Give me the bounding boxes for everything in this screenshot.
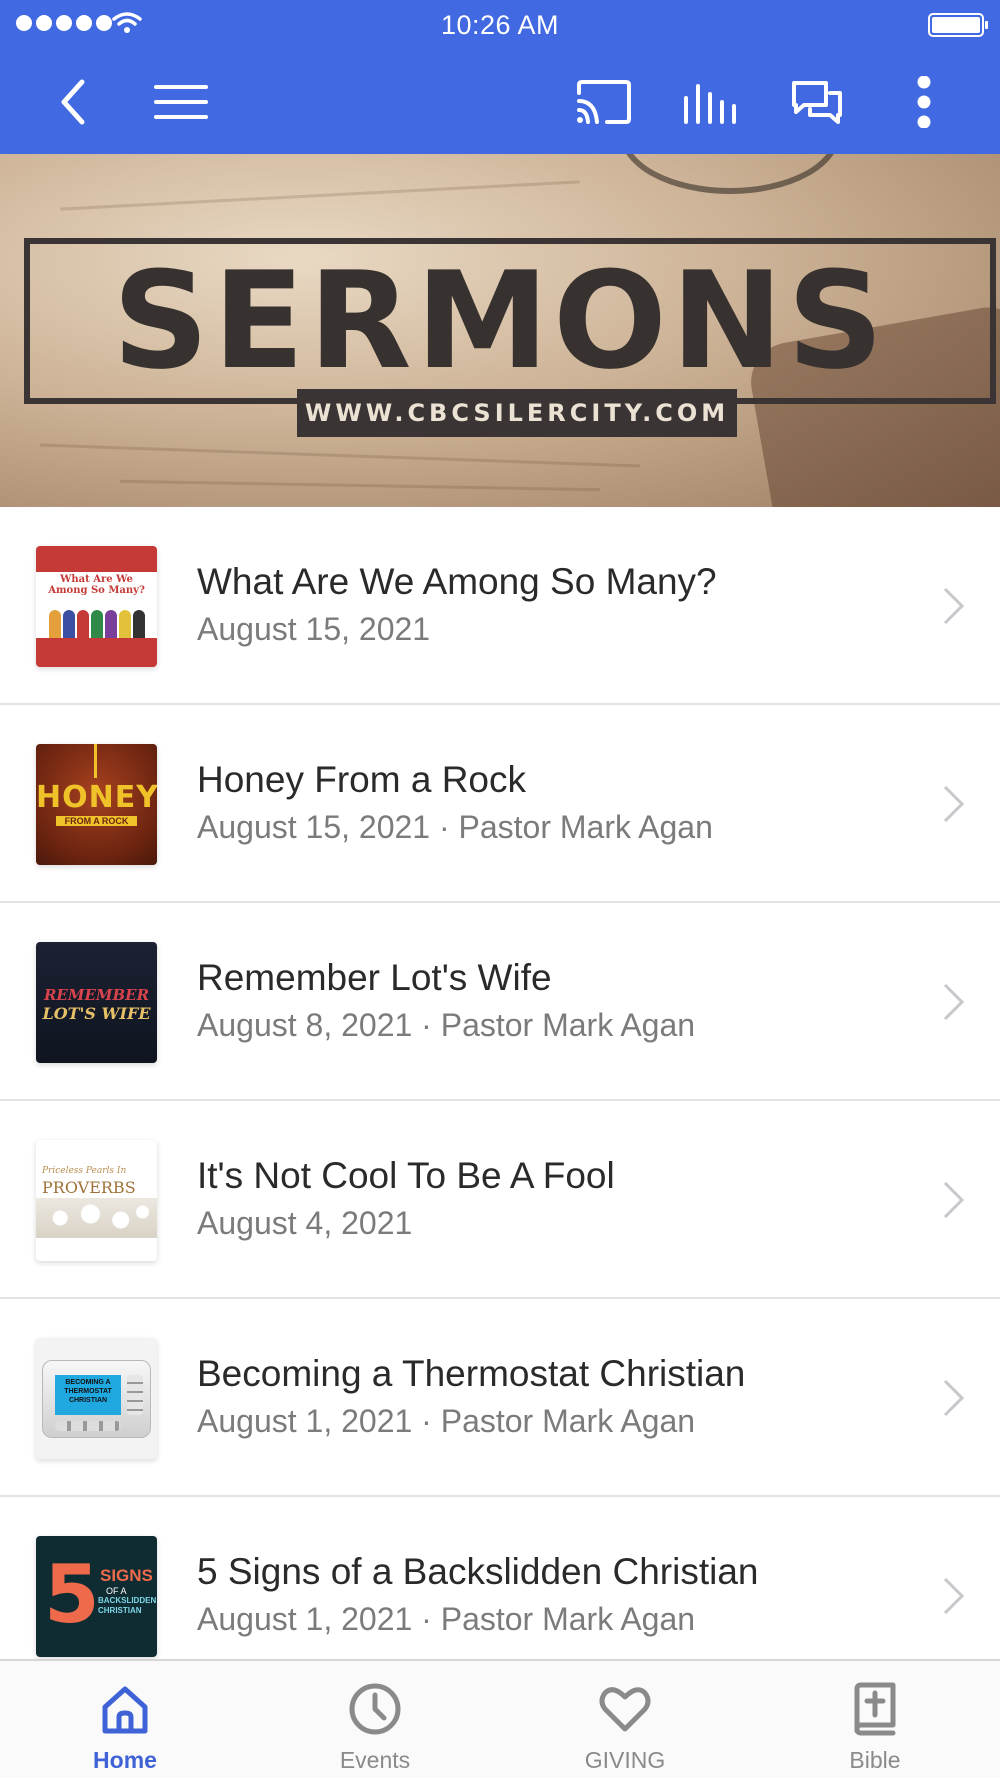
- status-time: 10:26 AM: [440, 10, 560, 40]
- audio-bars-icon: [684, 84, 736, 124]
- sermon-thumbnail: REMEMBER LOT'S WIFE: [36, 942, 157, 1063]
- battery-icon: [928, 13, 988, 37]
- tab-label: GIVING: [584, 1747, 666, 1773]
- tab-giving[interactable]: GIVING: [500, 1661, 750, 1778]
- banner-url: WWW.CBCSILERCITY.COM: [297, 389, 737, 437]
- sermon-row[interactable]: What Are We Among So Many? What Are We Am…: [0, 507, 1000, 705]
- sermon-date: August 1, 2021 · Pastor Mark Agan: [197, 1403, 696, 1439]
- sermon-title: It's Not Cool To Be A Fool: [197, 1155, 615, 1196]
- sermon-thumbnail: 5 SIGNS OF A BACKSLIDDEN CHRISTIAN: [36, 1536, 157, 1657]
- sermon-title: What Are We Among So Many?: [197, 561, 717, 602]
- menu-icon: [154, 85, 208, 119]
- menu-button[interactable]: [141, 50, 221, 154]
- audio-button[interactable]: [670, 50, 750, 154]
- home-icon: [97, 1681, 153, 1737]
- sermon-title: 5 Signs of a Backslidden Christian: [197, 1551, 759, 1592]
- chevron-right-icon: [942, 1180, 966, 1220]
- sermons-banner: SERMONS WWW.CBCSILERCITY.COM: [0, 154, 1000, 507]
- more-options-button[interactable]: [884, 50, 964, 154]
- sermon-date: August 15, 2021: [197, 611, 431, 647]
- sermon-title: Honey From a Rock: [197, 759, 526, 800]
- glasses-image: [620, 154, 840, 194]
- chevron-right-icon: [942, 586, 966, 626]
- chevron-right-icon: [942, 784, 966, 824]
- sermon-title: Becoming a Thermostat Christian: [197, 1353, 746, 1394]
- sermon-date: August 8, 2021 · Pastor Mark Agan: [197, 1007, 696, 1043]
- sermon-row[interactable]: BECOMING A THERMOSTAT CHRISTIAN Becoming…: [0, 1299, 1000, 1497]
- nav-bar: [0, 50, 1000, 154]
- back-button[interactable]: [34, 50, 114, 154]
- cast-button[interactable]: [564, 50, 644, 154]
- chevron-right-icon: [942, 982, 966, 1022]
- sermon-row[interactable]: HONEY FROM A ROCK Honey From a Rock Augu…: [0, 705, 1000, 903]
- sermon-thumbnail: What Are We Among So Many?: [36, 546, 157, 667]
- chevron-right-icon: [942, 1576, 966, 1616]
- clock-icon: [347, 1681, 403, 1737]
- sermon-title: Remember Lot's Wife: [197, 957, 552, 998]
- bible-icon: [847, 1681, 903, 1737]
- heart-icon: [597, 1681, 653, 1737]
- chat-icon: [792, 81, 842, 124]
- tab-bar: Home Events GIVING Bible: [0, 1659, 1000, 1778]
- back-icon: [61, 79, 85, 125]
- sermon-list: What Are We Among So Many? What Are We Am…: [0, 507, 1000, 1695]
- sermon-date: August 15, 2021 · Pastor Mark Agan: [197, 809, 713, 845]
- chevron-right-icon: [942, 1378, 966, 1418]
- tab-events[interactable]: Events: [250, 1661, 500, 1778]
- sermon-thumbnail: Priceless Pearls In PROVERBS: [36, 1140, 157, 1261]
- status-bar: 10:26 AM: [0, 0, 1000, 50]
- sermon-date: August 4, 2021: [197, 1205, 413, 1241]
- banner-title: SERMONS: [112, 243, 888, 399]
- tab-home[interactable]: Home: [0, 1661, 250, 1778]
- sermon-row[interactable]: Priceless Pearls In PROVERBS It's Not Co…: [0, 1101, 1000, 1299]
- sermon-thumbnail: BECOMING A THERMOSTAT CHRISTIAN: [36, 1338, 157, 1459]
- tab-label: Bible: [849, 1747, 901, 1773]
- tab-label: Home: [93, 1747, 157, 1773]
- tab-bible[interactable]: Bible: [750, 1661, 1000, 1778]
- more-icon: [917, 76, 931, 128]
- cast-icon: [577, 80, 631, 124]
- sermon-row[interactable]: REMEMBER LOT'S WIFE Remember Lot's Wife …: [0, 903, 1000, 1101]
- sermon-date: August 1, 2021 · Pastor Mark Agan: [197, 1601, 696, 1637]
- tab-label: Events: [339, 1747, 411, 1773]
- sermon-thumbnail: HONEY FROM A ROCK: [36, 744, 157, 865]
- chat-button[interactable]: [777, 50, 857, 154]
